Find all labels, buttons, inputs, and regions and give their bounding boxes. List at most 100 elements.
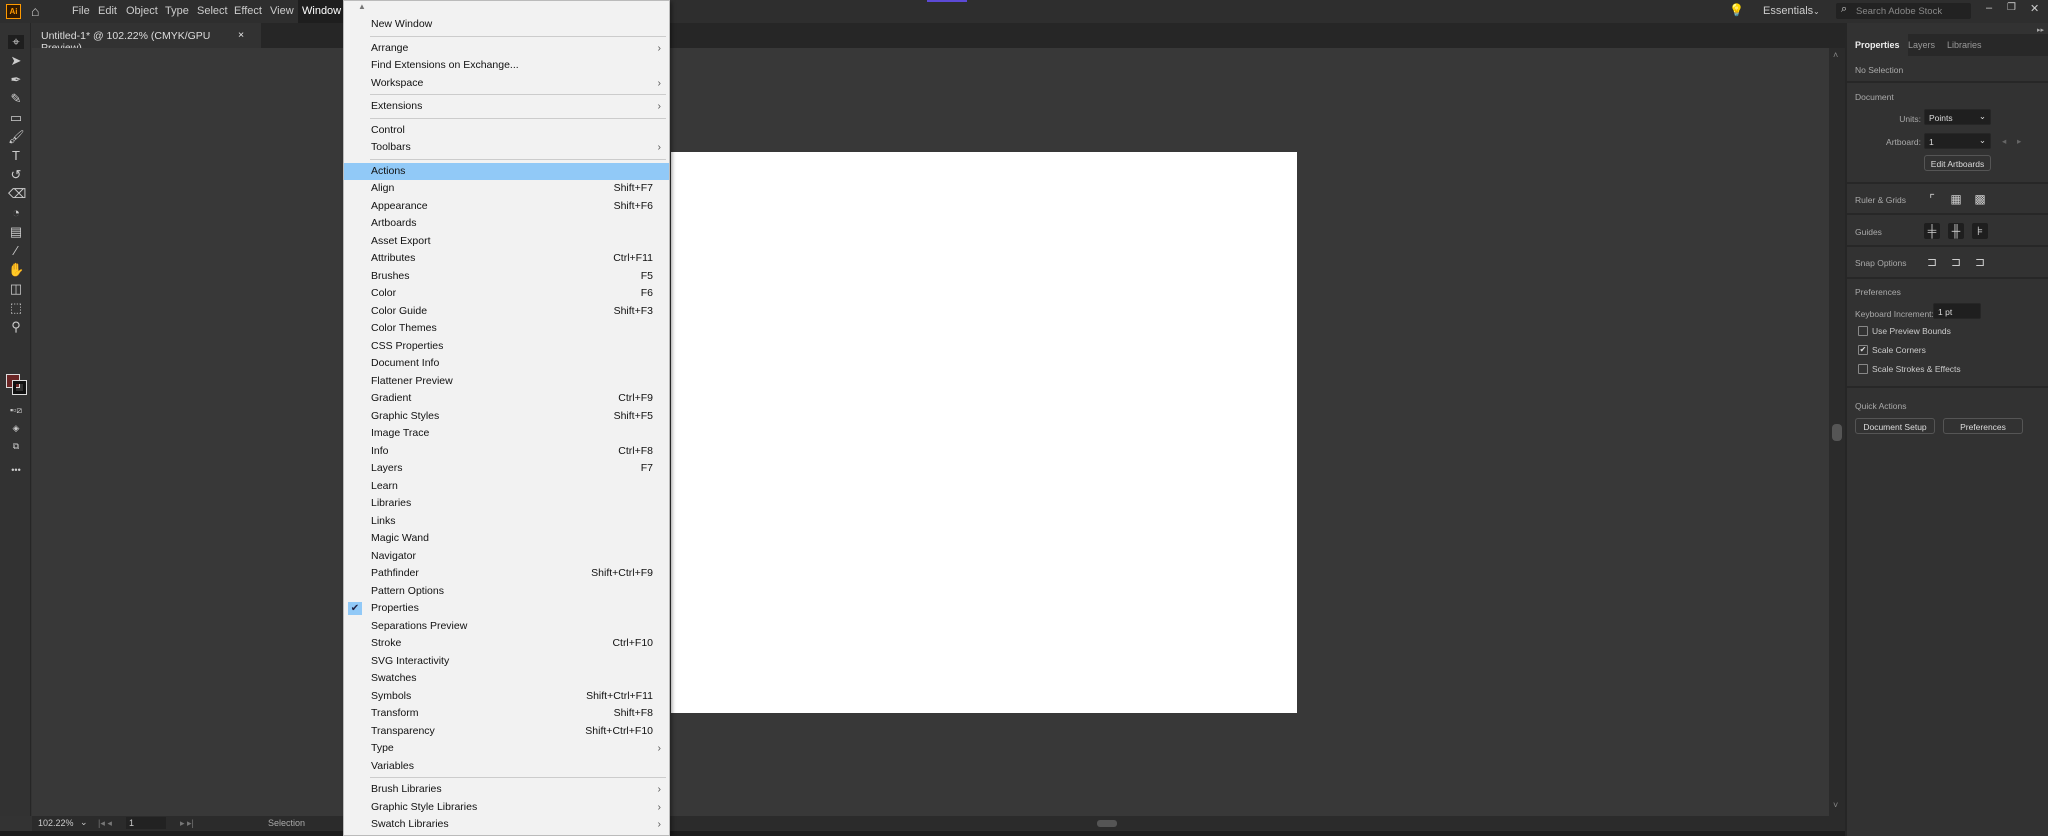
- minimize-icon[interactable]: –: [1986, 2, 1992, 14]
- show-guides-icon[interactable]: ╪: [1924, 223, 1940, 239]
- menu-view[interactable]: View: [270, 5, 294, 17]
- menu-item-brush-libraries[interactable]: Brush Libraries ›: [344, 781, 669, 799]
- use-preview-bounds-checkbox[interactable]: [1858, 326, 1868, 336]
- menu-item-asset-export[interactable]: Asset Export: [344, 233, 669, 251]
- menu-item-layers[interactable]: Layers F7: [344, 460, 669, 478]
- menu-window[interactable]: Window: [298, 0, 346, 23]
- close-tab-icon[interactable]: ×: [238, 29, 244, 41]
- menu-item-align[interactable]: Align Shift+F7: [344, 180, 669, 198]
- transparency-grid-icon[interactable]: ▩: [1972, 191, 1988, 207]
- menu-item-brushes[interactable]: Brushes F5: [344, 268, 669, 286]
- menu-item-symbols[interactable]: Symbols Shift+Ctrl+F11: [344, 688, 669, 706]
- menu-item-graphic-style-libraries[interactable]: Graphic Style Libraries ›: [344, 799, 669, 817]
- snap-to-point-icon[interactable]: ⊐: [1924, 254, 1940, 270]
- menu-item-gradient[interactable]: Gradient Ctrl+F9: [344, 390, 669, 408]
- selection-tool-icon[interactable]: ⌖: [8, 35, 24, 49]
- menu-effect[interactable]: Effect: [234, 5, 262, 17]
- next-artboard-icon[interactable]: ▸ ▸|: [180, 818, 194, 829]
- menu-item-pattern-options[interactable]: Pattern Options: [344, 583, 669, 601]
- menu-item-arrange[interactable]: Arrange ›: [344, 40, 669, 58]
- menu-item-libraries[interactable]: Libraries: [344, 495, 669, 513]
- snap-to-grid-icon[interactable]: ⊐: [1972, 254, 1988, 270]
- smart-guides-icon[interactable]: ⊧: [1972, 223, 1988, 239]
- menu-item-transparency[interactable]: Transparency Shift+Ctrl+F10: [344, 723, 669, 741]
- snap-to-pixel-icon[interactable]: ⊐: [1948, 254, 1964, 270]
- menu-type[interactable]: Type: [165, 5, 189, 17]
- menu-select[interactable]: Select: [197, 5, 228, 17]
- scroll-down-icon[interactable]: ˅: [1833, 800, 1838, 810]
- scroll-up-icon[interactable]: ˄: [1833, 50, 1838, 60]
- units-dropdown[interactable]: Points ⌄: [1924, 109, 1991, 125]
- collapse-panel-icon[interactable]: ▸▸: [2037, 26, 2044, 34]
- grid-icon[interactable]: ▦: [1948, 191, 1964, 207]
- chevron-down-icon[interactable]: ⌄: [80, 817, 88, 828]
- menu-item-swatch-libraries[interactable]: Swatch Libraries ›: [344, 816, 669, 834]
- color-mode-icon[interactable]: ▪▫⧄: [8, 403, 24, 417]
- scale-strokes-checkbox[interactable]: [1858, 364, 1868, 374]
- preferences-button[interactable]: Preferences: [1943, 418, 2023, 434]
- paintbrush-tool-icon[interactable]: 🖌: [8, 130, 25, 144]
- lightbulb-icon[interactable]: 💡: [1729, 3, 1744, 17]
- menu-item-toolbars[interactable]: Toolbars ›: [344, 139, 669, 157]
- menu-item-navigator[interactable]: Navigator: [344, 548, 669, 566]
- close-window-icon[interactable]: ✕: [2030, 2, 2039, 15]
- menu-item-find-extensions-on-exchange[interactable]: Find Extensions on Exchange...: [344, 57, 669, 75]
- curvature-tool-icon[interactable]: ✎: [8, 92, 24, 106]
- previous-artboard-icon[interactable]: ◂: [2002, 136, 2006, 147]
- scale-corners-checkbox[interactable]: ✔: [1858, 345, 1868, 355]
- draw-mode-icon[interactable]: ◈: [8, 421, 24, 435]
- scroll-up-icon[interactable]: ▲: [358, 2, 366, 11]
- eyedropper-tool-icon[interactable]: ⁄: [8, 244, 24, 258]
- next-artboard-icon[interactable]: ▸: [2017, 136, 2021, 147]
- menu-item-properties[interactable]: Properties ✔: [344, 600, 669, 618]
- menu-item-color-guide[interactable]: Color Guide Shift+F3: [344, 303, 669, 321]
- menu-item-swatches[interactable]: Swatches: [344, 670, 669, 688]
- menu-item-appearance[interactable]: Appearance Shift+F6: [344, 198, 669, 216]
- menu-item-image-trace[interactable]: Image Trace: [344, 425, 669, 443]
- scrollbar-thumb[interactable]: [1832, 424, 1842, 441]
- screen-mode-icon[interactable]: ⧉: [8, 439, 24, 453]
- direct-selection-tool-icon[interactable]: ➤: [8, 54, 24, 68]
- menu-item-transform[interactable]: Transform Shift+F8: [344, 705, 669, 723]
- menu-item-pathfinder[interactable]: Pathfinder Shift+Ctrl+F9: [344, 565, 669, 583]
- menu-object[interactable]: Object: [126, 5, 158, 17]
- menu-item-info[interactable]: Info Ctrl+F8: [344, 443, 669, 461]
- menu-item-workspace[interactable]: Workspace ›: [344, 75, 669, 93]
- artboard-dropdown[interactable]: 1 ⌄: [1924, 133, 1991, 149]
- artboard-number[interactable]: 1: [126, 817, 166, 829]
- menu-item-color-themes[interactable]: Color Themes: [344, 320, 669, 338]
- first-artboard-icon[interactable]: |◂ ◂: [98, 818, 112, 829]
- blend-tool-icon[interactable]: ◫: [8, 282, 24, 296]
- pen-tool-icon[interactable]: ✒: [8, 73, 24, 87]
- menu-item-color[interactable]: Color F6: [344, 285, 669, 303]
- document-setup-button[interactable]: Document Setup: [1855, 418, 1935, 434]
- menu-item-actions[interactable]: Actions: [344, 162, 669, 180]
- menu-item-magic-wand[interactable]: Magic Wand: [344, 530, 669, 548]
- zoom-tool-icon[interactable]: ⚲: [8, 320, 24, 334]
- restore-icon[interactable]: ❐: [2007, 2, 2016, 13]
- more-tools-icon[interactable]: •••: [8, 463, 24, 477]
- tab-properties[interactable]: Properties: [1847, 34, 1908, 56]
- type-tool-icon[interactable]: T: [8, 149, 24, 163]
- menu-item-new-window[interactable]: New Window: [344, 16, 669, 34]
- menu-item-links[interactable]: Links: [344, 513, 669, 531]
- menu-item-graphic-styles[interactable]: Graphic Styles Shift+F5: [344, 408, 669, 426]
- rulers-icon[interactable]: ⌜: [1924, 191, 1940, 207]
- menu-item-svg-interactivity[interactable]: SVG Interactivity: [344, 653, 669, 671]
- menu-item-learn[interactable]: Learn: [344, 478, 669, 496]
- artboard-tool-icon[interactable]: ⬚: [8, 301, 24, 315]
- artboard[interactable]: [671, 152, 1297, 713]
- menu-item-type[interactable]: Type ›: [344, 740, 669, 758]
- tab-layers[interactable]: Layers: [1900, 34, 1943, 56]
- rectangle-tool-icon[interactable]: ▭: [8, 111, 24, 125]
- menu-item-artboards[interactable]: Artboards: [344, 215, 669, 233]
- menu-item-extensions[interactable]: Extensions ›: [344, 98, 669, 116]
- rotate-tool-icon[interactable]: ↺: [8, 168, 24, 182]
- menu-item-stroke[interactable]: Stroke Ctrl+F10: [344, 635, 669, 653]
- horizontal-scrollbar-thumb[interactable]: [1097, 820, 1117, 827]
- menu-item-document-info[interactable]: Document Info: [344, 355, 669, 373]
- puppet-warp-tool-icon[interactable]: ✋: [8, 263, 24, 277]
- document-tab[interactable]: Untitled-1* @ 102.22% (CMYK/GPU Preview)…: [31, 23, 261, 54]
- keyboard-increment-input[interactable]: 1 pt: [1933, 303, 1981, 319]
- zoom-level[interactable]: 102.22%: [38, 818, 74, 828]
